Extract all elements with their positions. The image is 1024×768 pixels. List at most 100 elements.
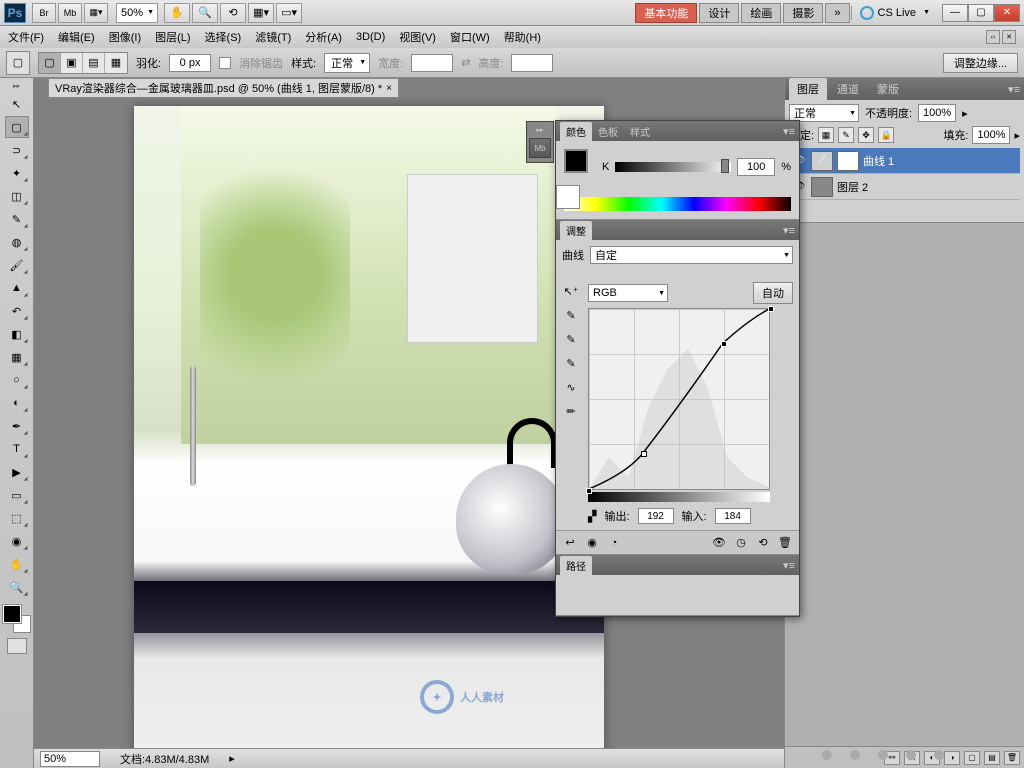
zoom-tool-icon[interactable]: 🔍 <box>192 3 218 23</box>
target-adjust-icon[interactable]: ↖⁺ <box>562 282 580 300</box>
k-slider[interactable] <box>615 162 731 172</box>
arrange-docs-icon[interactable]: ▦▾ <box>248 3 274 23</box>
toggle-visibility-icon[interactable]: 👁 <box>711 535 727 551</box>
tab-paths[interactable]: 路径 <box>560 556 592 575</box>
dodge-tool[interactable]: ◐ <box>5 392 29 414</box>
3d-camera-tool[interactable]: ◉ <box>5 530 29 552</box>
panel-menu-icon[interactable]: ▾≡ <box>783 559 795 572</box>
crop-tool[interactable]: ◫ <box>5 185 29 207</box>
new-group-icon[interactable]: ▢ <box>964 751 980 765</box>
menu-window[interactable]: 窗口(W) <box>450 29 490 45</box>
edit-points-icon[interactable]: ∿ <box>562 378 580 396</box>
opacity-input[interactable] <box>918 104 956 122</box>
delete-layer-icon[interactable]: 🗑 <box>1004 751 1020 765</box>
fill-arrow-icon[interactable]: ▸ <box>1014 129 1020 142</box>
select-new-icon[interactable]: ▢ <box>39 53 61 73</box>
wand-tool[interactable]: ✦ <box>5 162 29 184</box>
menu-select[interactable]: 选择(S) <box>205 29 242 45</box>
path-select-tool[interactable]: ▶ <box>5 461 29 483</box>
brush-tool[interactable]: 🖌 <box>5 254 29 276</box>
menu-image[interactable]: 图像(I) <box>109 29 141 45</box>
hand-tool[interactable]: ✋ <box>5 553 29 575</box>
return-icon[interactable]: ↩ <box>562 535 578 551</box>
menu-help[interactable]: 帮助(H) <box>504 29 541 45</box>
bg-swatch[interactable] <box>556 185 580 209</box>
menu-file[interactable]: 文件(F) <box>8 29 44 45</box>
type-tool[interactable]: T <box>5 438 29 460</box>
layer-thumb[interactable] <box>811 177 833 197</box>
move-tool[interactable]: ↖ <box>5 93 29 115</box>
opacity-arrow-icon[interactable]: ▸ <box>962 107 968 120</box>
panel-menu-icon[interactable]: ▾≡ <box>1008 83 1020 96</box>
panel-close-icon[interactable]: ✕ <box>1002 30 1016 44</box>
zoom-tool[interactable]: 🔍 <box>5 576 29 598</box>
workspace-design[interactable]: 设计 <box>699 3 739 23</box>
gradient-tool[interactable]: ▦ <box>5 346 29 368</box>
layer-row[interactable]: 👁 ⟋ 曲线 1 <box>789 148 1020 174</box>
pen-tool[interactable]: ✒ <box>5 415 29 437</box>
lasso-tool[interactable]: ⊃ <box>5 139 29 161</box>
tab-layers[interactable]: 图层 <box>789 78 827 100</box>
menu-edit[interactable]: 编辑(E) <box>58 29 95 45</box>
blur-tool[interactable]: ○ <box>5 369 29 391</box>
workspace-painting[interactable]: 绘画 <box>741 3 781 23</box>
trash-icon[interactable]: 🗑 <box>777 535 793 551</box>
antialias-checkbox[interactable] <box>219 57 231 69</box>
color-ramp[interactable] <box>564 197 791 211</box>
color-swatches[interactable] <box>3 605 31 633</box>
foreground-color[interactable] <box>3 605 21 623</box>
quickmask-button[interactable] <box>7 638 27 654</box>
curves-graph[interactable] <box>588 308 770 490</box>
minimize-button[interactable]: — <box>942 4 968 22</box>
view-extras-icon[interactable]: ▦▾ <box>84 3 108 23</box>
new-adjustment-icon[interactable]: ◑ <box>944 751 960 765</box>
previous-state-icon[interactable]: ◷ <box>733 535 749 551</box>
lock-transparency-icon[interactable]: ▦ <box>818 127 834 143</box>
close-button[interactable]: ✕ <box>994 4 1020 22</box>
eyedropper-tool[interactable]: ✎ <box>5 208 29 230</box>
maximize-button[interactable]: ▢ <box>968 4 994 22</box>
hand-tool-icon[interactable]: ✋ <box>164 3 190 23</box>
feather-input[interactable] <box>169 54 211 72</box>
auto-button[interactable]: 自动 <box>753 282 793 304</box>
select-add-icon[interactable]: ▣ <box>61 53 83 73</box>
bridge-icon[interactable]: Br <box>32 3 56 23</box>
tab-swatches[interactable]: 色板 <box>592 122 624 141</box>
workspace-more[interactable]: » <box>825 3 849 23</box>
3d-tool[interactable]: ⬚ <box>5 507 29 529</box>
panel-menu-icon[interactable]: ▾≡ <box>783 224 795 237</box>
tab-color[interactable]: 颜色 <box>560 122 592 141</box>
canvas[interactable] <box>134 106 604 756</box>
workspace-photography[interactable]: 摄影 <box>783 3 823 23</box>
workspace-essentials[interactable]: 基本功能 <box>635 3 697 23</box>
select-intersect-icon[interactable]: ▦ <box>105 53 127 73</box>
mask-thumb[interactable] <box>837 151 859 171</box>
tab-adjustments[interactable]: 调整 <box>560 221 592 240</box>
adjustment-thumb[interactable]: ⟋ <box>811 151 833 171</box>
new-layer-icon[interactable]: ▤ <box>984 751 1000 765</box>
channel-select[interactable]: RGB <box>588 284 668 302</box>
eraser-tool[interactable]: ◧ <box>5 323 29 345</box>
healing-tool[interactable]: ◍ <box>5 231 29 253</box>
zoom-field[interactable] <box>40 751 100 767</box>
select-subtract-icon[interactable]: ▤ <box>83 53 105 73</box>
draw-curve-icon[interactable]: ✏ <box>562 402 580 420</box>
tab-masks[interactable]: 蒙版 <box>869 78 907 100</box>
refine-edge-button[interactable]: 调整边缘... <box>943 53 1018 73</box>
history-brush-tool[interactable]: ↶ <box>5 300 29 322</box>
menu-analysis[interactable]: 分析(A) <box>305 29 342 45</box>
lock-position-icon[interactable]: ✥ <box>858 127 874 143</box>
panel-minimize-icon[interactable]: ‹‹ <box>986 30 1000 44</box>
current-tool-icon[interactable]: ▢ <box>6 51 30 75</box>
fg-swatch[interactable] <box>564 149 588 173</box>
dock-minibridge-icon[interactable]: Mb <box>529 138 551 158</box>
minibridge-icon[interactable]: Mb <box>58 3 82 23</box>
style-select[interactable]: 正常 <box>324 53 370 73</box>
stamp-tool[interactable]: ▲ <box>5 277 29 299</box>
sample-white-icon[interactable]: ✎ <box>562 354 580 372</box>
fill-input[interactable] <box>972 126 1010 144</box>
menu-view[interactable]: 视图(V) <box>399 29 436 45</box>
zoom-select[interactable]: 50% <box>116 3 158 23</box>
menu-3d[interactable]: 3D(D) <box>356 31 385 43</box>
expand-icon[interactable]: ◉ <box>584 535 600 551</box>
